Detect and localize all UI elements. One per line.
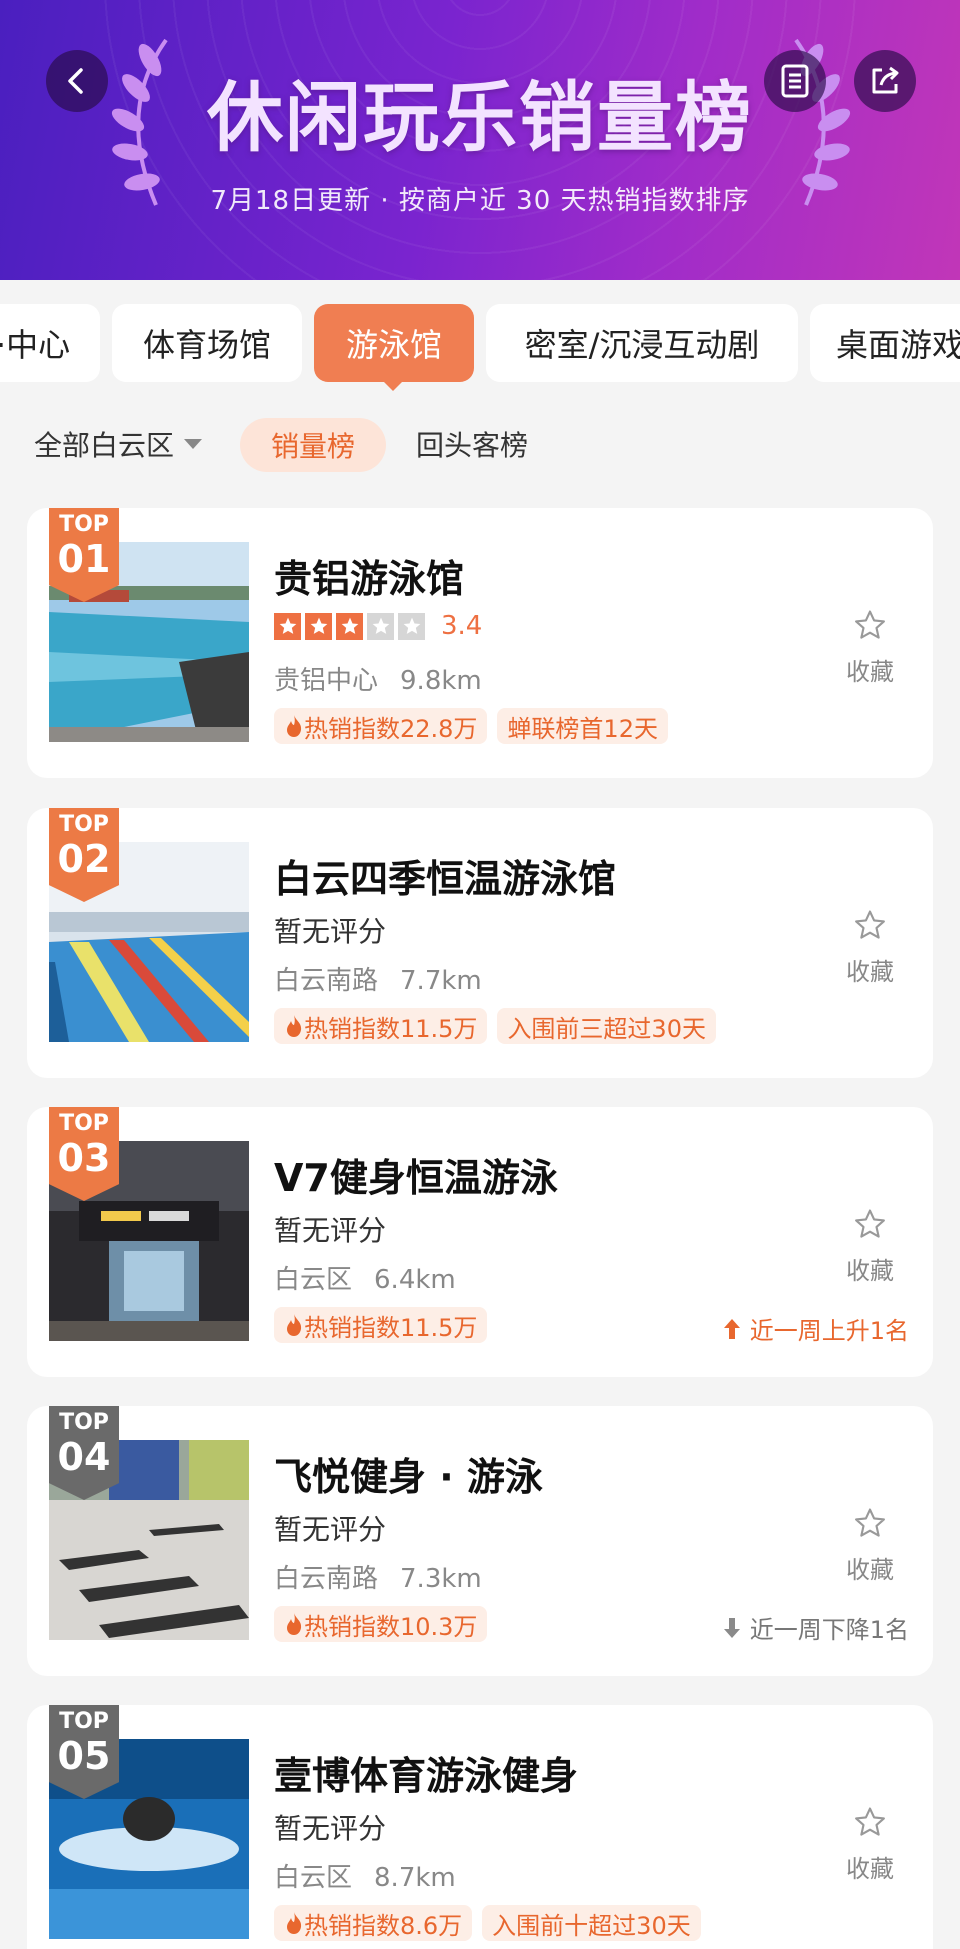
venue-area: 白云南路 — [274, 966, 379, 996]
venue-area: 白云区 — [274, 1265, 353, 1295]
venue-location: 贵铝中心 9.8km — [274, 660, 482, 697]
favorite-button[interactable]: 收藏 — [835, 1506, 905, 1585]
star-outline-icon — [855, 610, 885, 639]
chevron-left-icon — [68, 68, 83, 94]
rank-badge: TOP 05 — [49, 1705, 119, 1799]
streak-tag: 蝉联榜首12天 — [497, 708, 668, 744]
rules-button[interactable] — [764, 50, 826, 112]
repeat-customer-rank-filter[interactable]: 回头客榜 — [416, 424, 528, 464]
filter-row: 全部白云区 销量榜 回头客榜 — [0, 416, 960, 474]
document-icon — [781, 64, 809, 98]
star-outline-icon — [855, 910, 885, 939]
star-filled-icon — [336, 612, 363, 640]
rating-status: 暂无评分 — [274, 1214, 387, 1247]
active-tab-pointer — [380, 378, 406, 391]
back-button[interactable] — [46, 50, 108, 112]
tab-swimming[interactable]: 游泳馆 — [314, 304, 474, 382]
tag-list: 热销指数11.5万 — [274, 1307, 488, 1343]
share-icon — [872, 66, 899, 94]
share-button[interactable] — [854, 50, 916, 112]
favorite-button[interactable]: 收藏 — [835, 608, 905, 687]
venue-location: 白云区 8.7km — [274, 1857, 456, 1894]
arrow-down-icon — [723, 1617, 740, 1638]
sales-rank-filter[interactable]: 销量榜 — [240, 418, 386, 472]
hot-sales-tag: 热销指数8.6万 — [274, 1905, 473, 1941]
list-item[interactable]: TOP 05 壹博体育游泳健身 暂无评分 白云区 8.7km 热销指数8.6万 入… — [27, 1705, 933, 1949]
flame-icon — [287, 1613, 302, 1635]
venue-name: 贵铝游泳馆 — [274, 557, 465, 601]
rating-score: 3.4 — [441, 611, 483, 641]
streak-tag: 入围前三超过30天 — [497, 1008, 716, 1044]
flame-icon — [287, 715, 302, 737]
star-filled-icon — [274, 612, 301, 640]
rank-trend: 近一周下降1名 — [722, 1610, 909, 1645]
district-dropdown[interactable]: 全部白云区 — [34, 424, 203, 464]
venue-location: 白云南路 7.3km — [274, 1558, 482, 1595]
header-banner: 休闲玩乐销量榜 7月18日更新 · 按商户近 30 天热销指数排序 — [0, 0, 960, 280]
district-label: 全部白云区 — [34, 429, 175, 462]
favorite-button[interactable]: 收藏 — [835, 1805, 905, 1884]
star-filled-icon — [305, 612, 332, 640]
venue-name: 飞悦健身 · 游泳 — [274, 1455, 543, 1499]
venue-name: V7健身恒温游泳 — [274, 1156, 558, 1200]
rank-badge: TOP 03 — [49, 1107, 119, 1201]
star-outline-icon — [855, 1807, 885, 1836]
rating-status: 暂无评分 — [274, 1513, 387, 1546]
star-outline-icon — [855, 1508, 885, 1537]
rank-badge: TOP 04 — [49, 1406, 119, 1500]
venue-area: 白云区 — [274, 1863, 353, 1893]
rating-status: 暂无评分 — [274, 1812, 387, 1845]
star-rating: 3.4 — [274, 608, 482, 644]
venue-name: 白云四季恒温游泳馆 — [274, 857, 617, 901]
venue-distance: 9.8km — [400, 666, 482, 696]
venue-location: 白云区 6.4km — [274, 1259, 456, 1296]
rank-trend: 近一周上升1名 — [722, 1311, 909, 1346]
arrow-up-icon — [723, 1318, 740, 1339]
venue-area: 白云南路 — [274, 1564, 379, 1594]
venue-location: 白云南路 7.7km — [274, 960, 482, 997]
star-outline-icon — [855, 1209, 885, 1238]
flame-icon — [287, 1314, 302, 1336]
venue-area: 贵铝中心 — [274, 666, 379, 696]
tab-escape-room[interactable]: 密室/沉浸互动剧 — [486, 304, 798, 382]
venue-distance: 7.3km — [400, 1564, 482, 1594]
tag-list: 热销指数22.8万 蝉联榜首12天 — [274, 708, 668, 744]
category-tabs: ·中心 体育场馆 游泳馆 密室/沉浸互动剧 桌面游戏 — [0, 304, 960, 382]
venue-distance: 7.7km — [400, 966, 482, 996]
rank-badge: TOP 01 — [49, 508, 119, 602]
venue-distance: 6.4km — [374, 1265, 456, 1295]
tag-list: 热销指数8.6万 入围前十超过30天 — [274, 1905, 701, 1941]
hot-sales-tag: 热销指数11.5万 — [274, 1008, 488, 1044]
list-item[interactable]: TOP 03 V7健身恒温游泳 暂无评分 白云区 6.4km 热销指数11.5万 … — [27, 1107, 933, 1377]
hot-sales-tag: 热销指数11.5万 — [274, 1307, 488, 1343]
rank-badge: TOP 02 — [49, 808, 119, 902]
list-item[interactable]: TOP 04 飞悦健身 · 游泳 暂无评分 白云南路 7.3km 热销指数10.3… — [27, 1406, 933, 1676]
flame-icon — [287, 1015, 302, 1037]
tab-sports-venue[interactable]: 体育场馆 — [112, 304, 302, 382]
hot-sales-tag: 热销指数22.8万 — [274, 708, 488, 744]
hot-sales-tag: 热销指数10.3万 — [274, 1606, 488, 1642]
tag-list: 热销指数10.3万 — [274, 1606, 488, 1642]
list-item[interactable]: TOP 01 贵铝游泳馆 3.4 贵铝中心 9.8km 热销指数22.8万 蝉联… — [27, 508, 933, 778]
caret-down-icon — [184, 439, 203, 449]
tab-center[interactable]: ·中心 — [0, 304, 100, 382]
venue-name: 壹博体育游泳健身 — [274, 1754, 579, 1798]
star-empty-icon — [367, 612, 394, 640]
tag-list: 热销指数11.5万 入围前三超过30天 — [274, 1008, 716, 1044]
venue-distance: 8.7km — [374, 1863, 456, 1893]
page-subtitle: 7月18日更新 · 按商户近 30 天热销指数排序 — [210, 186, 750, 216]
tab-board-games[interactable]: 桌面游戏 — [810, 304, 960, 382]
favorite-button[interactable]: 收藏 — [835, 1207, 905, 1286]
rating-status: 暂无评分 — [274, 915, 387, 948]
star-empty-icon — [398, 612, 425, 640]
favorite-button[interactable]: 收藏 — [835, 908, 905, 987]
flame-icon — [287, 1912, 302, 1934]
streak-tag: 入围前十超过30天 — [482, 1905, 701, 1941]
list-item[interactable]: TOP 02 白云四季恒温游泳馆 暂无评分 白云南路 7.7km 热销指数11.5… — [27, 808, 933, 1078]
